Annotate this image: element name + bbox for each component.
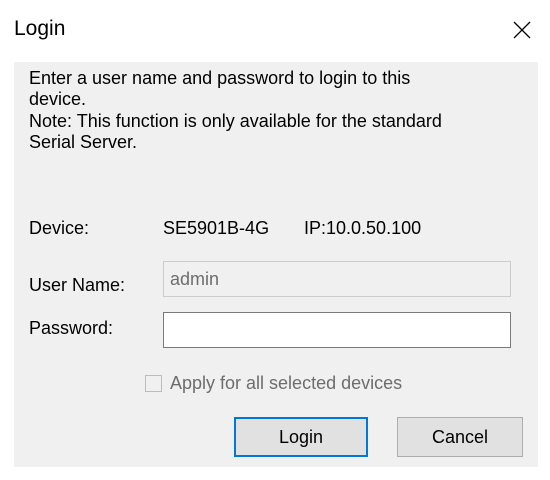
username-field[interactable] bbox=[163, 261, 511, 297]
password-field[interactable] bbox=[163, 312, 511, 348]
title-bar: Login bbox=[0, 0, 550, 62]
device-name: SE5901B-4G bbox=[163, 218, 270, 238]
message-line-2: device. bbox=[29, 89, 87, 109]
dialog-title: Login bbox=[14, 17, 66, 40]
login-button[interactable]: Login bbox=[234, 417, 368, 457]
apply-all-checkbox[interactable] bbox=[145, 375, 162, 392]
close-icon bbox=[513, 21, 531, 39]
cancel-button[interactable]: Cancel bbox=[397, 417, 523, 457]
apply-all-label: Apply for all selected devices bbox=[170, 373, 403, 393]
username-label: User Name: bbox=[29, 275, 126, 295]
device-label: Device: bbox=[29, 218, 90, 238]
dialog-body: Enter a user name and password to login … bbox=[14, 62, 538, 467]
device-ip: IP:10.0.50.100 bbox=[304, 218, 422, 238]
close-button[interactable] bbox=[490, 0, 550, 62]
message-line-3: Note: This function is only available fo… bbox=[29, 111, 442, 131]
login-dialog: Login Enter a user name and password to … bbox=[0, 0, 550, 480]
message-line-1: Enter a user name and password to login … bbox=[29, 68, 411, 88]
password-label: Password: bbox=[29, 318, 114, 338]
message-line-4: Serial Server. bbox=[29, 132, 138, 152]
